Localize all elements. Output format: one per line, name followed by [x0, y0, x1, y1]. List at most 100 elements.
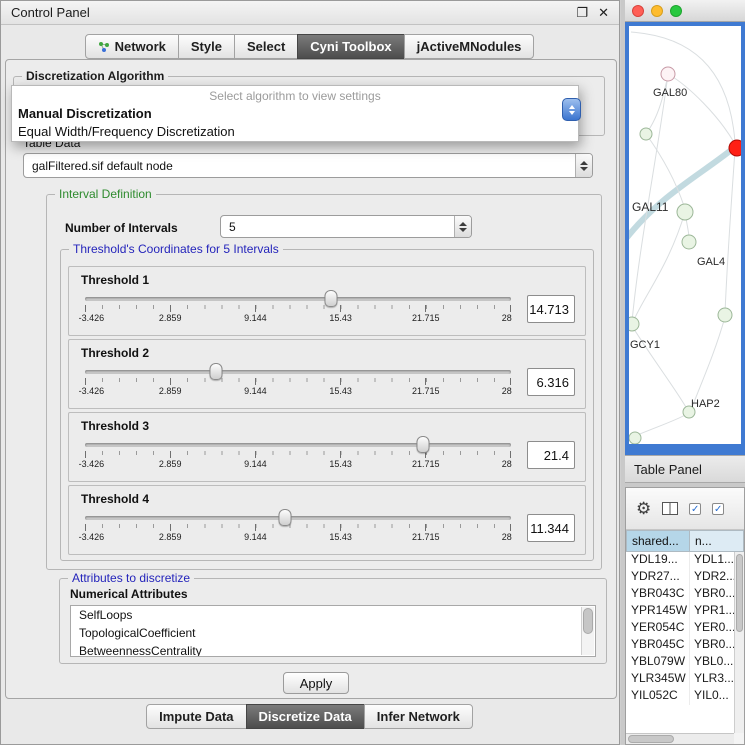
gear-icon[interactable]: ⚙: [636, 500, 651, 517]
threshold-1-slider-thumb[interactable]: [325, 290, 338, 307]
columns-icon[interactable]: [662, 502, 678, 515]
zoom-traffic-light[interactable]: [670, 5, 682, 17]
table-body: YDL19... YDL1... YDR27... YDR2... YBR043…: [626, 552, 734, 733]
threshold-coordinates-legend: Threshold's Coordinates for 5 Intervals: [69, 242, 283, 256]
threshold-3-value-field[interactable]: [527, 441, 575, 469]
table-vertical-scrollbar[interactable]: [734, 552, 744, 733]
float-window-icon[interactable]: ❐: [576, 6, 588, 19]
close-traffic-light[interactable]: [632, 5, 644, 17]
minimize-traffic-light[interactable]: [651, 5, 663, 17]
node-label: GAL4: [697, 256, 725, 268]
node-label: GCY1: [630, 339, 660, 351]
node-label: GAL11: [632, 200, 669, 214]
node-label: HAP2: [691, 398, 720, 410]
algorithm-dropdown-popup: Select algorithm to view settings Manual…: [11, 85, 579, 142]
table-vertical-scrollbar-thumb[interactable]: [736, 554, 743, 632]
list-scrollbar-thumb[interactable]: [583, 608, 593, 634]
network-node[interactable]: [718, 308, 732, 322]
tab-select[interactable]: Select: [234, 34, 298, 59]
threshold-4-slider-thumb[interactable]: [279, 509, 292, 526]
table-row[interactable]: YIL052C YIL0...: [626, 688, 734, 705]
table-row[interactable]: YBR045C YBR0...: [626, 637, 734, 654]
slider-track: [85, 516, 511, 520]
down-arrow-icon: [459, 228, 467, 232]
interval-definition-legend: Interval Definition: [55, 187, 156, 201]
slider-major-ticks: [85, 378, 511, 385]
algorithm-combo-stepper[interactable]: [562, 98, 581, 121]
apply-button[interactable]: Apply: [283, 672, 349, 694]
tab-impute-data-label: Impute Data: [159, 709, 233, 724]
network-node[interactable]: [640, 128, 652, 140]
number-of-intervals-combobox[interactable]: 5: [220, 215, 472, 238]
network-canvas[interactable]: GAL80 GAL11 GAL4 GCY1 HAP2: [629, 26, 741, 444]
tab-jactivemnodules-label: jActiveMNodules: [417, 39, 522, 54]
discretization-algorithm-legend: Discretization Algorithm: [22, 69, 168, 83]
table-horizontal-scrollbar[interactable]: [626, 733, 734, 744]
tab-cyni-toolbox[interactable]: Cyni Toolbox: [297, 34, 404, 59]
interval-definition-group: Interval Definition Number of Intervals …: [46, 194, 602, 570]
tab-infer-network[interactable]: Infer Network: [364, 704, 473, 729]
table-toolbar: ⚙ ✓ ✓: [626, 488, 744, 530]
slider-major-ticks: [85, 451, 511, 458]
table-row[interactable]: YDR27... YDR2...: [626, 569, 734, 586]
intervals-combo-stepper[interactable]: [454, 216, 471, 237]
slider-major-ticks: [85, 305, 511, 312]
tab-network[interactable]: Network: [85, 34, 179, 59]
table-row[interactable]: YDL19... YDL1...: [626, 552, 734, 569]
network-node-selected[interactable]: [729, 140, 741, 156]
table-horizontal-scrollbar-thumb[interactable]: [628, 735, 674, 743]
table-data-combobox[interactable]: galFiltered.sif default node: [23, 153, 593, 178]
threshold-4-value-field[interactable]: [527, 514, 575, 542]
threshold-4-label: Threshold 4: [69, 486, 585, 506]
table-panel-titlebar: Table Panel: [625, 455, 745, 483]
table-row[interactable]: YER054C YER0...: [626, 620, 734, 637]
up-arrow-icon: [580, 161, 588, 165]
threshold-3-block: Threshold 3 -3.426 2.859 9.144: [68, 412, 586, 482]
table-data-combo-stepper[interactable]: [575, 154, 592, 177]
table-row[interactable]: YBL079W YBL0...: [626, 654, 734, 671]
table-panel-window: ⚙ ✓ ✓ shared... n... YDL19... YDL1...: [625, 487, 745, 745]
list-scrollbar[interactable]: [581, 607, 594, 655]
tab-jactivemnodules[interactable]: jActiveMNodules: [404, 34, 535, 59]
network-node[interactable]: [682, 235, 696, 249]
select-check-icon[interactable]: ✓: [712, 503, 724, 515]
popup-item-manual-discretization[interactable]: Manual Discretization: [12, 105, 578, 123]
threshold-3-slider[interactable]: -3.426 2.859 9.144 15.43 21.715 28: [83, 434, 513, 476]
down-arrow-icon: [580, 167, 588, 171]
list-item[interactable]: BetweennessCentrality: [71, 642, 595, 657]
up-arrow-icon: [569, 105, 575, 109]
popup-item-equal-width-frequency[interactable]: Equal Width/Frequency Discretization: [12, 123, 578, 141]
network-node[interactable]: [629, 432, 641, 444]
network-icon: [98, 41, 110, 53]
network-node[interactable]: [629, 317, 639, 331]
threshold-1-slider[interactable]: -3.426 2.859 9.144 15.43 21.715 28: [83, 288, 513, 330]
column-header-name[interactable]: n...: [690, 530, 744, 552]
close-icon[interactable]: ✕: [598, 6, 609, 19]
list-item[interactable]: TopologicalCoefficient: [71, 624, 595, 642]
column-header-shared-name[interactable]: shared...: [626, 530, 690, 552]
attributes-to-discretize-group: Attributes to discretize Numerical Attri…: [59, 578, 607, 664]
threshold-1-value-field[interactable]: [527, 295, 575, 323]
threshold-2-slider[interactable]: -3.426 2.859 9.144 15.43 21.715 28: [83, 361, 513, 403]
tab-impute-data[interactable]: Impute Data: [146, 704, 246, 729]
threshold-2-value-field[interactable]: [527, 368, 575, 396]
table-row[interactable]: YBR043C YBR0...: [626, 586, 734, 603]
network-node[interactable]: [661, 67, 675, 81]
number-of-intervals-value: 5: [221, 220, 454, 234]
threshold-2-slider-thumb[interactable]: [210, 363, 223, 380]
list-item[interactable]: SelfLoops: [71, 606, 595, 624]
threshold-2-block: Threshold 2 -3.426 2.859 9.144: [68, 339, 586, 409]
threshold-4-slider[interactable]: -3.426 2.859 9.144 15.43 21.715 28: [83, 507, 513, 549]
tab-discretize-data-label: Discretize Data: [259, 709, 352, 724]
tab-style[interactable]: Style: [178, 34, 235, 59]
network-node[interactable]: [677, 204, 693, 220]
select-check-icon[interactable]: ✓: [689, 503, 701, 515]
cyni-toolbox-panel: Discretization Algorithm Table Data galF…: [5, 59, 617, 699]
table-row[interactable]: YPR145W YPR1...: [626, 603, 734, 620]
table-row[interactable]: YLR345W YLR3...: [626, 671, 734, 688]
network-window-titlebar: [625, 0, 745, 22]
tab-discretize-data[interactable]: Discretize Data: [246, 704, 365, 729]
threshold-3-slider-thumb[interactable]: [416, 436, 429, 453]
numerical-attributes-list[interactable]: SelfLoops TopologicalCoefficient Between…: [70, 605, 596, 657]
threshold-1-block: Threshold 1 -3.426 2.859 9.144: [68, 266, 586, 336]
